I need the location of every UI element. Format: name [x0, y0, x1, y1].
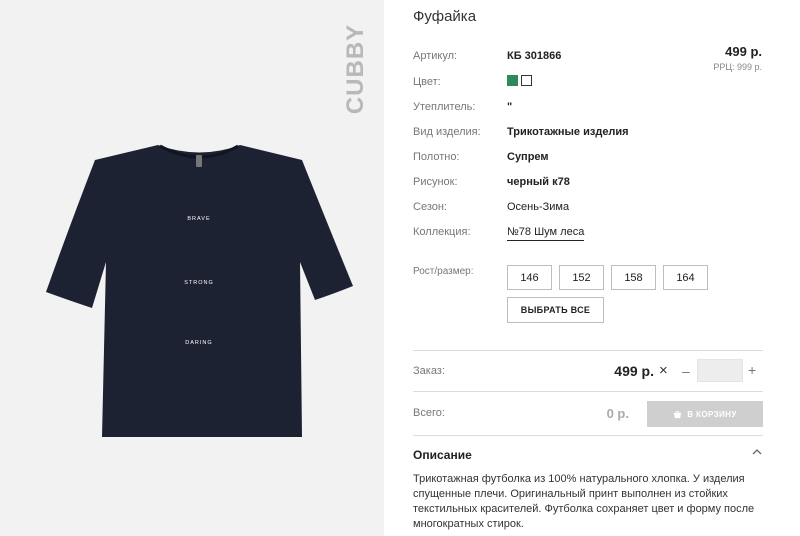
color-swatch-green[interactable]	[507, 75, 518, 86]
total-label: Всего:	[413, 407, 445, 419]
quantity-decrement-button[interactable]: –	[682, 363, 690, 379]
product-title: Фуфайка	[413, 8, 477, 25]
divider	[413, 435, 763, 436]
basket-icon	[674, 410, 682, 418]
add-to-cart-label: В КОРЗИНУ	[687, 409, 737, 419]
product-photo[interactable]: CUBBY BRAVE STRONG DARING	[0, 0, 384, 536]
order-label: Заказ:	[413, 365, 445, 377]
color-swatch-white[interactable]	[521, 75, 532, 86]
quantity-increment-button[interactable]: +	[748, 362, 756, 378]
quantity-input[interactable]	[697, 359, 743, 382]
size-label: Рост/размер:	[413, 266, 474, 277]
tshirt-image: BRAVE STRONG DARING	[46, 144, 353, 437]
collection-link[interactable]: №78 Шум леса	[507, 226, 585, 241]
divider	[413, 391, 763, 392]
description-heading[interactable]: Описание	[413, 448, 472, 462]
total-value: 0 р.	[606, 406, 629, 421]
product-rrp: РРЦ: 999 р.	[713, 62, 762, 72]
chevron-up-icon[interactable]	[752, 447, 762, 460]
print-line-daring: DARING	[185, 340, 212, 346]
size-button-146[interactable]: 146	[507, 265, 552, 290]
description-text: Трикотажная футболка из 100% натуральног…	[413, 473, 755, 530]
size-button-164[interactable]: 164	[663, 265, 708, 290]
divider	[413, 350, 763, 351]
product-price: 499 р.	[725, 44, 762, 59]
print-line-brave: BRAVE	[187, 216, 210, 222]
times-icon: ×	[659, 362, 668, 379]
order-price: 499 р.	[614, 363, 654, 379]
print-line-strong: STRONG	[184, 280, 214, 286]
add-to-cart-button[interactable]: В КОРЗИНУ	[647, 401, 763, 427]
size-button-158[interactable]: 158	[611, 265, 656, 290]
select-all-button[interactable]: ВЫБРАТЬ ВСЕ	[507, 297, 604, 323]
size-button-152[interactable]: 152	[559, 265, 604, 290]
